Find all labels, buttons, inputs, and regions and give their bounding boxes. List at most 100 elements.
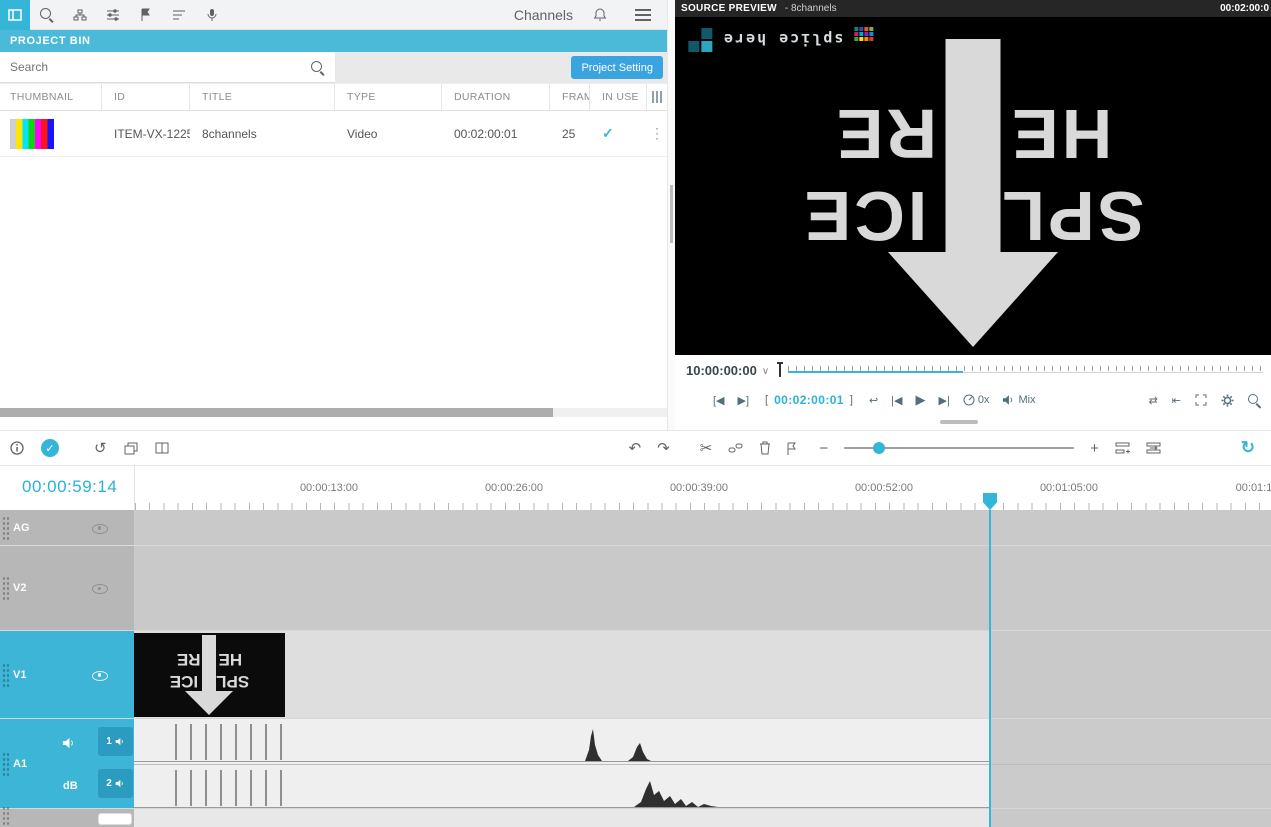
- visibility-eye-icon[interactable]: [92, 520, 108, 536]
- flag-button[interactable]: [129, 0, 162, 30]
- word-here: HE RE: [834, 99, 1113, 169]
- visibility-eye-icon[interactable]: [92, 667, 108, 683]
- track-mute-button[interactable]: [62, 737, 76, 749]
- sequence-region: [134, 809, 990, 827]
- timeline-ruler[interactable]: 00:00:13:00 00:00:26:00 00:00:39:00 00:0…: [134, 466, 1271, 510]
- search-input[interactable]: [0, 52, 335, 82]
- audio-channel-2-button[interactable]: 2: [98, 769, 133, 798]
- fullscreen-button[interactable]: [1195, 394, 1207, 406]
- speed-control[interactable]: 0x: [963, 394, 990, 406]
- scrollbar-handle[interactable]: [0, 408, 553, 417]
- approve-button[interactable]: ✓: [41, 439, 59, 457]
- split-view-button[interactable]: [155, 442, 169, 454]
- swap-source-button[interactable]: ⇄: [1149, 394, 1158, 407]
- db-label[interactable]: dB: [63, 780, 78, 792]
- track-header-v1[interactable]: V1: [0, 631, 134, 718]
- mic-button[interactable]: [195, 0, 228, 30]
- panel-layout-button[interactable]: [0, 0, 30, 30]
- track-body-a2[interactable]: [134, 809, 1271, 827]
- loop-button[interactable]: ↩: [869, 394, 878, 407]
- sync-refresh-button[interactable]: ↻: [1241, 438, 1255, 458]
- project-setting-button[interactable]: Project Setting: [571, 56, 663, 79]
- video-viewport[interactable]: splice here SPL ICE HE RE: [675, 17, 1271, 355]
- column-header-type[interactable]: TYPE: [335, 84, 442, 110]
- track-body-ag[interactable]: [134, 510, 1271, 545]
- unlink-icon: [728, 441, 743, 455]
- marker-button[interactable]: [787, 442, 797, 455]
- preview-scrub-bar[interactable]: [779, 355, 1265, 385]
- sliders-button[interactable]: [96, 0, 129, 30]
- a2-control-box[interactable]: [98, 813, 132, 825]
- cut-button[interactable]: ✂: [700, 439, 713, 457]
- resize-handle[interactable]: [940, 420, 978, 424]
- audio-channel-1-button[interactable]: 1: [98, 727, 133, 756]
- history-button[interactable]: ↺: [94, 439, 107, 457]
- column-header-id[interactable]: ID: [102, 84, 190, 110]
- drag-handle-dots[interactable]: [2, 806, 10, 827]
- track-options-button[interactable]: [1146, 442, 1161, 454]
- layers-button[interactable]: [124, 442, 138, 455]
- column-header-title[interactable]: TITLE: [190, 84, 335, 110]
- play-button[interactable]: ▶: [915, 392, 925, 408]
- panel-divider[interactable]: [667, 0, 675, 430]
- search-button[interactable]: [30, 0, 63, 30]
- track-label-v2: V2: [13, 582, 26, 594]
- prev-frame-button[interactable]: |◀: [891, 394, 902, 407]
- search-icon[interactable]: [311, 61, 325, 75]
- delete-button[interactable]: [759, 441, 771, 455]
- track-body-v2[interactable]: [134, 546, 1271, 630]
- vertical-scrollbar-handle[interactable]: [670, 185, 673, 243]
- main-menu-button[interactable]: [626, 0, 659, 30]
- toolbar-right-group: [573, 0, 667, 30]
- word-here-right: RE: [834, 99, 937, 169]
- bin-horizontal-scrollbar[interactable]: [0, 408, 667, 417]
- playhead-line[interactable]: [989, 510, 991, 827]
- scrub-timecode[interactable]: 10:00:00:00: [686, 363, 757, 378]
- mark-out-button[interactable]: ]: [850, 394, 853, 406]
- undo-button[interactable]: ↶: [629, 439, 642, 457]
- column-header-inuse[interactable]: IN USE: [590, 84, 647, 110]
- track-header-v2[interactable]: V2: [0, 546, 134, 630]
- video-clip-8channels[interactable]: SPL ICE HE RE: [134, 633, 285, 717]
- track-header-a1[interactable]: A1 dB 1 2: [0, 719, 134, 808]
- table-row[interactable]: ITEM-VX-1225 8channels Video 00:02:00:01…: [0, 111, 667, 157]
- info-button[interactable]: [10, 441, 24, 455]
- audio-lane-2[interactable]: [134, 764, 1271, 808]
- insert-at-start-button[interactable]: ⇤: [1172, 394, 1181, 407]
- audio-lane-1[interactable]: [134, 719, 1271, 764]
- zoom-in-button[interactable]: +: [1090, 440, 1099, 457]
- row-menu-button[interactable]: ⋮: [647, 111, 667, 156]
- track-body-a1[interactable]: [134, 719, 1271, 808]
- workflow-button[interactable]: [63, 0, 96, 30]
- zoom-slider-knob[interactable]: [873, 442, 885, 454]
- drag-handle-dots[interactable]: [2, 516, 10, 540]
- settings-button[interactable]: [1221, 394, 1234, 407]
- visibility-eye-icon[interactable]: [92, 580, 108, 596]
- track-header-ag[interactable]: AG: [0, 510, 134, 545]
- track-body-v1[interactable]: SPL ICE HE RE: [134, 631, 1271, 718]
- chevron-down-icon[interactable]: ∨: [762, 366, 769, 377]
- jump-to-out-button[interactable]: ▶]: [738, 394, 750, 407]
- ruler-label: 00:00:39:00: [670, 482, 728, 494]
- column-chooser-button[interactable]: [647, 84, 667, 110]
- audio-mix-control[interactable]: Mix: [1002, 394, 1035, 406]
- timeline-zoom-slider[interactable]: [844, 447, 1074, 449]
- scrub-caret[interactable]: [779, 362, 781, 377]
- column-header-framerate[interactable]: FRAM: [550, 84, 590, 110]
- next-frame-button[interactable]: ▶|: [938, 394, 949, 407]
- zoom-button[interactable]: [1248, 394, 1261, 407]
- drag-handle-dots[interactable]: [2, 663, 10, 687]
- column-header-thumbnail[interactable]: THUMBNAIL: [0, 84, 102, 110]
- redo-button[interactable]: ↷: [657, 439, 670, 457]
- notifications-button[interactable]: [583, 0, 616, 30]
- drag-handle-dots[interactable]: [2, 752, 10, 776]
- sort-button[interactable]: [162, 0, 195, 30]
- unlink-button[interactable]: [728, 441, 743, 455]
- track-header-a2[interactable]: [0, 809, 134, 827]
- zoom-out-button[interactable]: −: [819, 440, 828, 457]
- mark-in-button[interactable]: [: [765, 394, 768, 406]
- jump-to-in-button[interactable]: [◀: [713, 394, 725, 407]
- add-track-button[interactable]: [1115, 442, 1130, 454]
- drag-handle-dots[interactable]: [2, 576, 10, 600]
- column-header-duration[interactable]: DURATION: [442, 84, 550, 110]
